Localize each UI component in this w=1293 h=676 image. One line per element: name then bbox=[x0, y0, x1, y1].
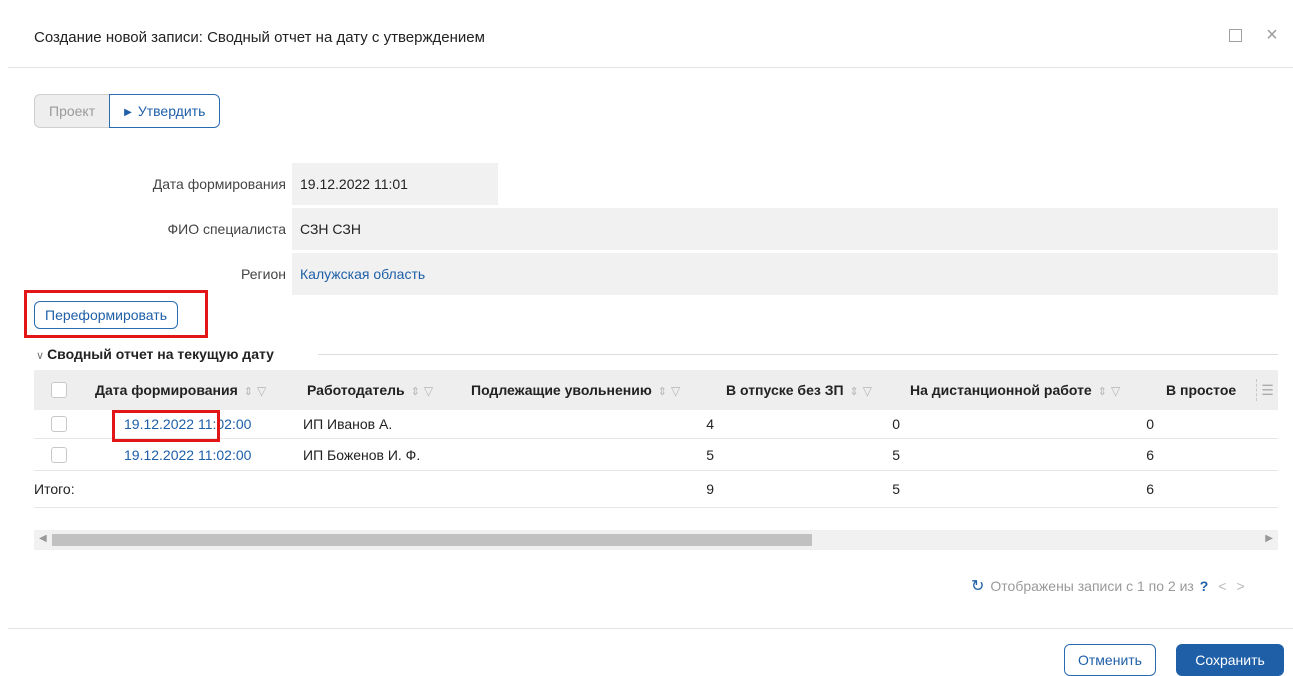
section-divider bbox=[318, 354, 1278, 355]
field-specialist-label: ФИО специалиста bbox=[167, 221, 286, 237]
table-header: Дата формирования ⇕ ▽ Работодатель ⇕ ▽ Подле… bbox=[34, 370, 1278, 410]
section-header[interactable]: ∨ Сводный отчет на текущую дату bbox=[36, 345, 1278, 365]
column-header-idle-label: В простое bbox=[1166, 382, 1237, 398]
filter-icon[interactable]: ▽ bbox=[671, 384, 680, 398]
prev-page-button[interactable]: < bbox=[1218, 578, 1226, 594]
play-icon: ▶ bbox=[124, 107, 132, 118]
status-draft-button[interactable]: Проект bbox=[34, 94, 110, 128]
row-employer: ИП Боженов И. Ф. bbox=[303, 447, 421, 463]
row-remote: 0 bbox=[1146, 416, 1154, 432]
region-link[interactable]: Калужская область bbox=[300, 266, 425, 282]
sort-icon[interactable]: ⇕ bbox=[411, 386, 420, 398]
total-dismissal: 9 bbox=[706, 481, 714, 497]
row-checkbox[interactable] bbox=[51, 447, 67, 463]
row-dismissal: 5 bbox=[706, 447, 714, 463]
column-header-idle[interactable]: В простое bbox=[1166, 370, 1236, 410]
approve-button-label: Утвердить bbox=[137, 103, 206, 119]
column-header-employer[interactable]: Работодатель ⇕ ▽ bbox=[307, 370, 433, 410]
row-date-link[interactable]: 19.12.2022 11:02:00 bbox=[124, 447, 251, 463]
create-record-dialog: Создание новой записи: Сводный отчет на … bbox=[8, 10, 1293, 676]
pagination: ↻ Отображены записи с 1 по 2 из ? < > bbox=[971, 576, 1245, 596]
total-remote: 6 bbox=[1146, 481, 1154, 497]
scroll-left-icon[interactable]: ◀ bbox=[39, 533, 47, 544]
horizontal-scrollbar[interactable]: ◀ ▶ bbox=[34, 530, 1278, 550]
field-specialist-value[interactable]: СЗН СЗН bbox=[292, 208, 1278, 250]
section-title: ∨ Сводный отчет на текущую дату bbox=[36, 346, 284, 362]
row-checkbox[interactable] bbox=[51, 416, 67, 432]
total-unpaid-leave: 5 bbox=[892, 481, 900, 497]
cancel-button[interactable]: Отменить bbox=[1064, 644, 1156, 676]
field-region-label: Регион bbox=[241, 266, 286, 282]
pager-text: Отображены записи с 1 по 2 из bbox=[990, 578, 1194, 594]
column-header-unpaid-leave[interactable]: В отпуске без ЗП ⇕ ▽ bbox=[726, 370, 872, 410]
row-remote: 6 bbox=[1146, 447, 1154, 463]
column-header-remote[interactable]: На дистанционной работе ⇕ ▽ bbox=[910, 370, 1120, 410]
close-icon[interactable]: × bbox=[1261, 24, 1283, 46]
highlight-frame-reform bbox=[24, 290, 208, 338]
dialog-title: Создание новой записи: Сводный отчет на … bbox=[34, 29, 485, 46]
row-employer: ИП Иванов А. bbox=[303, 416, 393, 432]
highlight-frame-date bbox=[112, 410, 220, 442]
column-header-unpaid-leave-label: В отпуске без ЗП bbox=[726, 382, 844, 398]
maximize-icon[interactable] bbox=[1224, 24, 1246, 46]
column-header-remote-label: На дистанционной работе bbox=[910, 382, 1092, 398]
sort-icon[interactable]: ⇕ bbox=[1098, 386, 1107, 398]
footer-divider bbox=[8, 628, 1293, 629]
section-title-text: Сводный отчет на текущую дату bbox=[47, 346, 274, 362]
filter-icon[interactable]: ▽ bbox=[424, 384, 433, 398]
dialog-header: Создание новой записи: Сводный отчет на … bbox=[8, 10, 1293, 68]
total-row: Итого: 9 5 6 bbox=[34, 472, 1278, 508]
total-label: Итого: bbox=[34, 481, 75, 497]
save-button[interactable]: Сохранить bbox=[1176, 644, 1284, 676]
row-unpaid-leave: 0 bbox=[892, 416, 900, 432]
select-all-checkbox[interactable] bbox=[51, 382, 67, 398]
column-header-dismissal[interactable]: Подлежащие увольнению ⇕ ▽ bbox=[471, 370, 680, 410]
row-unpaid-leave: 5 bbox=[892, 447, 900, 463]
sort-icon[interactable]: ⇕ bbox=[244, 386, 253, 398]
next-page-button[interactable]: > bbox=[1236, 578, 1244, 594]
row-dismissal: 4 bbox=[706, 416, 714, 432]
approve-button[interactable]: ▶ Утвердить bbox=[109, 94, 221, 128]
field-date-label: Дата формирования bbox=[152, 176, 286, 192]
column-header-employer-label: Работодатель bbox=[307, 382, 405, 398]
column-header-date[interactable]: Дата формирования ⇕ ▽ bbox=[95, 370, 266, 410]
field-region-value[interactable]: Калужская область bbox=[292, 253, 1278, 295]
filter-icon[interactable]: ▽ bbox=[257, 384, 266, 398]
table-row[interactable]: 19.12.2022 11:02:00 ИП Боженов И. Ф. 5 5… bbox=[34, 440, 1278, 471]
sort-icon[interactable]: ⇕ bbox=[850, 386, 859, 398]
chevron-down-icon: ∨ bbox=[36, 350, 45, 362]
column-header-dismissal-label: Подлежащие увольнению bbox=[471, 382, 652, 398]
table-row[interactable]: 19.12.2022 11:02:00 ИП Иванов А. 4 0 0 bbox=[34, 410, 1278, 439]
column-header-date-label: Дата формирования bbox=[95, 382, 238, 398]
refresh-icon[interactable]: ↻ bbox=[971, 578, 984, 595]
sort-icon[interactable]: ⇕ bbox=[658, 386, 667, 398]
field-date-value[interactable]: 19.12.2022 11:01 bbox=[292, 163, 498, 205]
filter-icon[interactable]: ▽ bbox=[863, 384, 872, 398]
total-count-link[interactable]: ? bbox=[1200, 578, 1209, 594]
column-menu-icon[interactable]: ☰ bbox=[1256, 379, 1278, 401]
scroll-right-icon[interactable]: ▶ bbox=[1265, 533, 1273, 544]
status-switcher: Проект ▶ Утвердить bbox=[34, 94, 221, 128]
filter-icon[interactable]: ▽ bbox=[1111, 384, 1120, 398]
scrollbar-thumb[interactable] bbox=[52, 534, 812, 546]
